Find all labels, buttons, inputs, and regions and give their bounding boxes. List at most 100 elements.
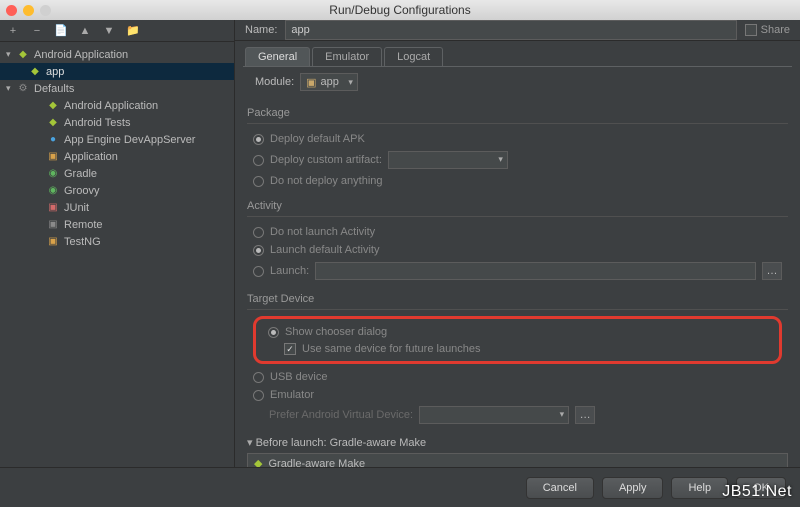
share-label: Share xyxy=(761,24,790,36)
tree-node-default-8[interactable]: ▣TestNG xyxy=(0,233,234,250)
activity-title: Activity xyxy=(247,196,788,217)
target-opt-chooser[interactable]: Show chooser dialog xyxy=(262,323,773,341)
artifact-combo[interactable] xyxy=(388,151,508,169)
watermark: JB51.Net xyxy=(722,483,792,501)
tree-label: Android Tests xyxy=(64,117,130,129)
radio-icon[interactable] xyxy=(253,227,264,238)
gradle-icon: ◉ xyxy=(46,167,60,181)
browse-activity-button[interactable]: … xyxy=(762,262,782,280)
android-icon: ◆ xyxy=(46,116,60,130)
share-checkbox[interactable] xyxy=(745,24,757,36)
target-title: Target Device xyxy=(247,289,788,310)
tree-node-android-application[interactable]: ▾◆ Android Application xyxy=(0,46,234,63)
help-button[interactable]: Help xyxy=(671,477,728,499)
share-option[interactable]: Share xyxy=(745,24,790,36)
highlighted-region: Show chooser dialog Use same device for … xyxy=(253,316,782,364)
module-value: app xyxy=(321,76,339,88)
tab-general[interactable]: General xyxy=(245,47,310,66)
tab-logcat[interactable]: Logcat xyxy=(384,47,443,66)
before-launch-title[interactable]: Before launch: Gradle-aware Make xyxy=(247,436,788,449)
move-down-icon[interactable]: ▼ xyxy=(102,25,116,37)
tree-label: Application xyxy=(64,151,118,163)
tree-label: Gradle xyxy=(64,168,97,180)
tree-node-default-1[interactable]: ◆ Android Tests xyxy=(0,114,234,131)
radio-icon[interactable] xyxy=(253,390,264,401)
target-opt-usb[interactable]: USB device xyxy=(247,368,788,386)
radio-icon[interactable] xyxy=(253,176,264,187)
tree-label: TestNG xyxy=(64,236,101,248)
config-tree[interactable]: ▾◆ Android Application ◆ app ▾⚙ Defaults… xyxy=(0,42,234,467)
tree-node-default-4[interactable]: ◉ Gradle xyxy=(0,165,234,182)
name-row: Name: Share xyxy=(235,20,800,41)
activity-group: Activity Do not launch Activity Launch d… xyxy=(247,196,788,283)
tree-toolbar: + − 📄 ▲ ▼ 📁 xyxy=(0,20,234,42)
add-config-icon[interactable]: + xyxy=(6,25,20,37)
junit-icon: ▣ xyxy=(46,201,60,215)
apply-button[interactable]: Apply xyxy=(602,477,664,499)
avd-browse-button[interactable]: … xyxy=(575,406,595,424)
radio-label: Show chooser dialog xyxy=(285,326,387,338)
copy-config-icon[interactable]: 📄 xyxy=(54,24,68,37)
tree-label: Defaults xyxy=(34,83,74,95)
gradle-make-icon: ◆ xyxy=(254,457,262,467)
launch-activity-input[interactable] xyxy=(315,262,756,280)
groovy-icon: ◉ xyxy=(46,184,60,198)
radio-label: Do not deploy anything xyxy=(270,175,383,187)
package-opt-default[interactable]: Deploy default APK xyxy=(247,130,788,148)
radio-icon[interactable] xyxy=(268,327,279,338)
checkbox-icon[interactable] xyxy=(284,343,296,355)
tree-node-default-5[interactable]: ◉ Groovy xyxy=(0,182,234,199)
radio-icon[interactable] xyxy=(253,155,264,166)
name-label: Name: xyxy=(245,24,277,36)
checkbox-label: Use same device for future launches xyxy=(302,343,481,355)
name-input[interactable] xyxy=(285,20,736,40)
move-up-icon[interactable]: ▲ xyxy=(78,25,92,37)
tree-node-default-0[interactable]: ◆Android Application xyxy=(0,97,234,114)
activity-opt-launch[interactable]: Launch: … xyxy=(247,259,788,283)
package-opt-custom[interactable]: Deploy custom artifact: xyxy=(247,148,788,172)
radio-label: Emulator xyxy=(270,389,314,401)
avd-combo[interactable] xyxy=(419,406,569,424)
tree-node-defaults[interactable]: ▾⚙ Defaults xyxy=(0,80,234,97)
config-editor-panel: Name: Share General Emulator Logcat Modu… xyxy=(235,20,800,467)
target-opt-emulator[interactable]: Emulator xyxy=(247,386,788,404)
radio-label: Deploy default APK xyxy=(270,133,365,145)
tree-label: Groovy xyxy=(64,185,99,197)
tree-node-default-7[interactable]: ▣Remote xyxy=(0,216,234,233)
remove-config-icon[interactable]: − xyxy=(30,25,44,37)
package-title: Package xyxy=(247,103,788,124)
application-icon: ▣ xyxy=(46,150,60,164)
avd-row: Prefer Android Virtual Device: … xyxy=(247,404,788,426)
radio-label: USB device xyxy=(270,371,327,383)
folder-icon[interactable]: 📁 xyxy=(126,24,140,37)
module-icon: ▣ xyxy=(306,76,316,89)
radio-icon[interactable] xyxy=(253,266,264,277)
tab-emulator[interactable]: Emulator xyxy=(312,47,382,66)
module-row: Module: ▣ app xyxy=(243,66,792,97)
cancel-button[interactable]: Cancel xyxy=(526,477,594,499)
module-label: Module: xyxy=(255,76,294,88)
target-same-device[interactable]: Use same device for future launches xyxy=(262,341,773,357)
tree-node-app[interactable]: ◆ app xyxy=(0,63,234,80)
radio-label: Launch: xyxy=(270,265,309,277)
module-select[interactable]: ▣ app xyxy=(300,73,358,91)
radio-icon[interactable] xyxy=(253,134,264,145)
appengine-icon: ● xyxy=(46,133,60,147)
tree-node-default-2[interactable]: ●App Engine DevAppServer xyxy=(0,131,234,148)
before-launch-item[interactable]: ◆ Gradle-aware Make xyxy=(247,453,788,467)
radio-label: Do not launch Activity xyxy=(270,226,375,238)
tree-node-default-3[interactable]: ▣ Application xyxy=(0,148,234,165)
radio-icon[interactable] xyxy=(253,245,264,256)
radio-label: Deploy custom artifact: xyxy=(270,154,382,166)
config-tree-panel: + − 📄 ▲ ▼ 📁 ▾◆ Android Application ◆ app… xyxy=(0,20,235,467)
radio-label: Launch default Activity xyxy=(270,244,379,256)
window-title: Run/Debug Configurations xyxy=(0,3,800,17)
package-group: Package Deploy default APK Deploy custom… xyxy=(247,103,788,190)
tab-bar: General Emulator Logcat xyxy=(235,41,800,66)
before-launch-item-label: Gradle-aware Make xyxy=(268,458,365,468)
activity-opt-default[interactable]: Launch default Activity xyxy=(247,241,788,259)
radio-icon[interactable] xyxy=(253,372,264,383)
package-opt-none[interactable]: Do not deploy anything xyxy=(247,172,788,190)
tree-node-default-6[interactable]: ▣JUnit xyxy=(0,199,234,216)
activity-opt-none[interactable]: Do not launch Activity xyxy=(247,223,788,241)
